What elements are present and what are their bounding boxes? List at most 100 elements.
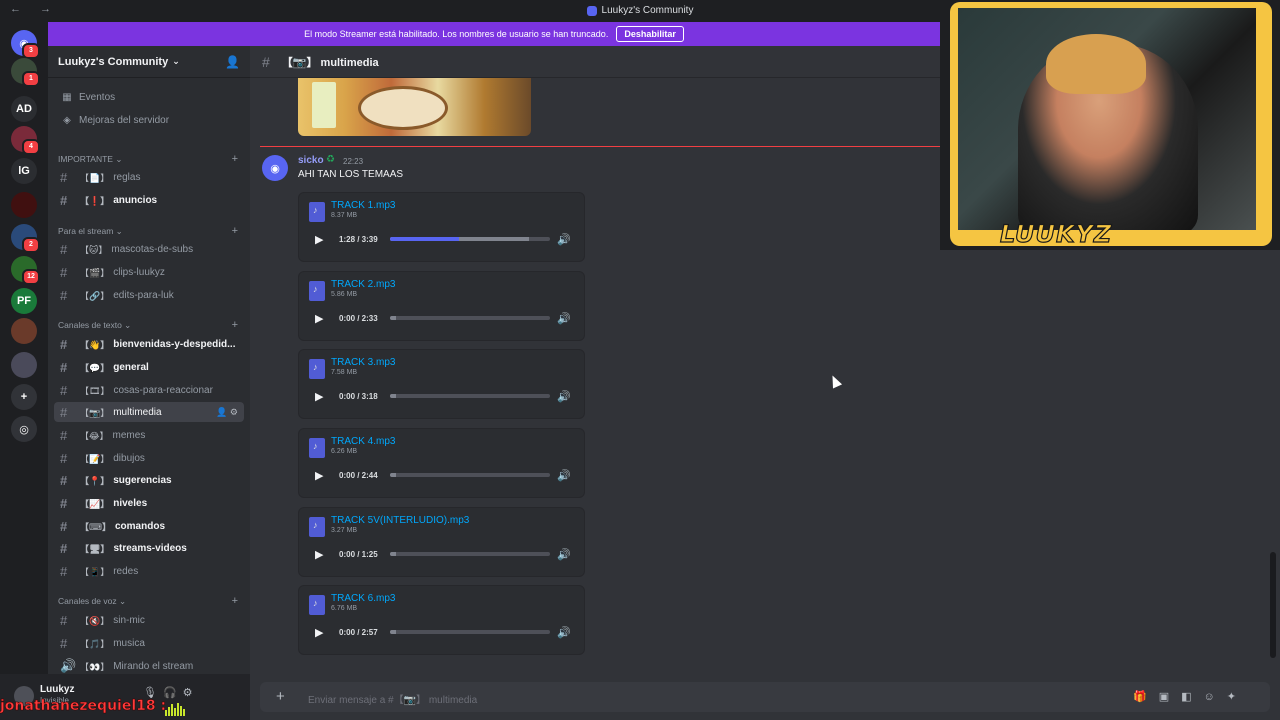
channel-10[interactable]: # 【📝】 dibujos [54,448,244,468]
hash-icon: # [60,635,68,651]
invite-icon[interactable]: 👤 [225,55,240,69]
channel-0[interactable]: # 【📄】 reglas [54,167,244,187]
channel-5[interactable]: # 【👋】 bienvenidas-y-despedid... [54,334,244,354]
add-channel-icon[interactable]: + [232,319,238,331]
channel-12[interactable]: # 【📈】 niveles [54,493,244,513]
input-placeholder: Enviar mensaje a #【📷】 multimedia [308,695,478,706]
category-stream[interactable]: Para el stream ⌄ + [48,224,250,238]
message-area-extension [940,250,1280,674]
server-icon[interactable]: AD [11,96,37,122]
channel-6[interactable]: # 【💬】 general [54,357,244,377]
progress-slider[interactable] [390,394,550,398]
channel-18[interactable]: 🔊 【👀】 Mirando el stream [54,656,244,674]
gif-icon[interactable]: ▣ [1159,691,1181,703]
play-icon[interactable]: ▶ [315,312,323,325]
mention-badge: 12 [22,269,40,285]
file-name[interactable]: TRACK 3.mp3 [331,357,395,368]
author-avatar[interactable]: ◉ [262,155,288,181]
channel-settings-icon[interactable]: 👤 ⚙ [216,407,238,418]
hash-icon: # [60,336,68,352]
hash-icon: # [262,53,270,70]
play-icon[interactable]: ▶ [315,390,323,403]
channel-3[interactable]: # 【🎬】 clips-luukyz [54,262,244,282]
file-size: 7.58 MB [331,369,358,376]
channel-2[interactable]: # 【🐱】 mascotas-de-subs [54,239,244,259]
play-icon[interactable]: ▶ [315,469,323,482]
channel-name: general [113,361,149,373]
play-icon[interactable]: ▶ [315,233,323,246]
add-channel-icon[interactable]: + [232,225,238,237]
category-voz[interactable]: Canales de voz ⌄ + [48,594,250,608]
chat-scrollbar[interactable] [1270,552,1276,658]
sticker-icon[interactable]: ◧ [1181,691,1203,703]
channel-15[interactable]: # 【📱】 redes [54,561,244,581]
add-server-icon[interactable]: + [11,384,37,410]
file-name[interactable]: TRACK 5V(INTERLUDIO).mp3 [331,515,469,526]
discord-home-icon[interactable]: ◉3 [11,30,40,59]
volume-icon[interactable]: 🔊 [557,469,571,482]
play-icon[interactable]: ▶ [315,626,323,639]
volume-icon[interactable]: 🔊 [557,626,571,639]
volume-icon[interactable]: 🔊 [557,312,571,325]
channel-14[interactable]: # 【🖥】 streams-videos [54,538,244,558]
food-image[interactable] [298,78,531,136]
progress-fill [390,237,459,241]
volume-icon[interactable]: 🔊 [557,548,571,561]
server-avatar-icon[interactable] [11,192,37,218]
add-channel-icon[interactable]: + [232,595,238,607]
boost-item[interactable]: ◈ Mejoras del servidor [54,110,244,130]
nav-arrows-icon[interactable]: ← → [10,3,59,15]
attach-plus-icon[interactable]: + [276,688,285,705]
channel-16[interactable]: # 【🔇】 sin-mic [54,610,244,630]
channel-13[interactable]: # 【⌨】 comandos [54,516,244,536]
progress-slider[interactable] [390,630,550,634]
channel-emoji: 【📍】 [80,475,110,486]
banner-text: El modo Streamer está habilitado. Los no… [304,29,609,39]
file-name[interactable]: TRACK 1.mp3 [331,200,395,211]
server-icon[interactable]: lG [11,158,37,184]
progress-slider[interactable] [390,552,550,556]
volume-icon[interactable]: 🔊 [557,390,571,403]
mention-badge: 4 [22,139,40,155]
server-header[interactable]: Luukyz's Community ⌄ 👤 [48,46,250,78]
add-channel-icon[interactable]: + [232,153,238,165]
server-icon[interactable]: PF [11,288,37,314]
server-avatar-icon[interactable]: 12 [11,256,40,285]
file-size: 5.86 MB [331,291,358,298]
channel-17[interactable]: # 【🎵】 musica [54,633,244,653]
category-importante[interactable]: IMPORTANTE ⌄ + [48,152,250,166]
message-author[interactable]: sicko [298,155,324,166]
file-name[interactable]: TRACK 2.mp3 [331,279,395,290]
progress-slider[interactable] [390,316,550,320]
volume-icon[interactable]: 🔊 [557,233,571,246]
explore-icon[interactable]: ◎ [11,416,37,442]
message-input[interactable]: + Enviar mensaje a #【📷】 multimedia 🎁▣◧☺✦ [260,682,1270,712]
channel-11[interactable]: # 【📍】 sugerencias [54,470,244,490]
disable-streamer-button[interactable]: Deshabilitar [616,26,684,42]
server-avatar-icon[interactable]: 1 [11,58,40,87]
channel-7[interactable]: # 【🎞】 cosas-para-reaccionar [54,380,244,400]
server-avatar-icon[interactable] [11,318,37,344]
server-avatar-icon[interactable] [11,352,37,378]
glass-shape [312,82,336,128]
emoji-icon[interactable]: ☺ [1204,691,1227,703]
stream-chat-overlay: jonathanezequiel18 : [0,698,167,715]
channel-1[interactable]: # 【❗】 anuncios [54,190,244,210]
file-name[interactable]: TRACK 6.mp3 [331,593,395,604]
gift-icon[interactable]: 🎁 [1133,691,1159,703]
events-item[interactable]: ▦ Eventos [54,87,244,107]
channel-emoji: 【🔗】 [80,290,110,301]
progress-slider[interactable] [390,237,550,241]
progress-slider[interactable] [390,473,550,477]
channel-8[interactable]: # 【📷】 multimedia 👤 ⚙ [54,402,244,422]
file-name[interactable]: TRACK 4.mp3 [331,436,395,447]
apps-icon[interactable]: ✦ [1227,691,1248,703]
channel-9[interactable]: # 【😂】 memes [54,425,244,445]
server-avatar-icon[interactable]: 4 [11,126,40,155]
server-avatar-icon[interactable]: 2 [11,224,40,253]
server-name: Luukyz's Community [58,55,169,68]
play-icon[interactable]: ▶ [315,548,323,561]
channel-4[interactable]: # 【🔗】 edits-para-luk [54,285,244,305]
settings-gear-icon[interactable]: ⚙ [183,687,199,699]
category-texto[interactable]: Canales de texto ⌄ + [48,318,250,332]
